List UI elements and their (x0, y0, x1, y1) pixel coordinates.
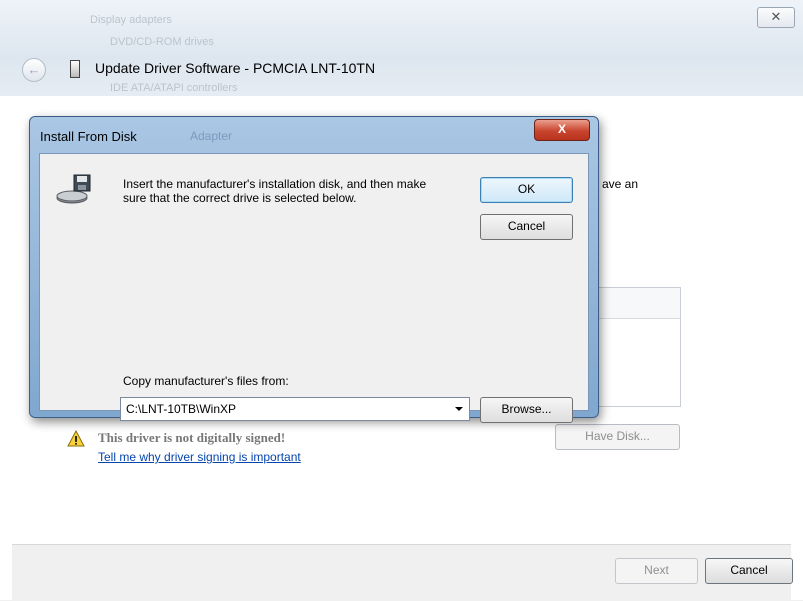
partial-instruction-text: ave an (602, 177, 639, 191)
cancel-button[interactable]: Cancel (480, 214, 573, 240)
copy-from-combobox[interactable]: C:\LNT-10TB\WinXP (120, 397, 470, 421)
back-button[interactable]: ← (22, 58, 46, 82)
unsigned-driver-warning: This driver is not digitally signed! (98, 430, 286, 445)
back-arrow-icon: ← (27, 62, 41, 77)
browse-button[interactable]: Browse... (480, 397, 573, 423)
dialog-message: Insert the manufacturer's installation d… (123, 177, 427, 205)
have-disk-button[interactable]: Have Disk... (555, 424, 680, 450)
dialog-body: Insert the manufacturer's installation d… (39, 153, 589, 423)
next-button[interactable]: Next (615, 558, 698, 584)
chevron-down-icon[interactable] (455, 407, 463, 411)
ok-button[interactable]: OK (480, 177, 573, 203)
background-tree-item: IDE ATA/ATAPI controllers (110, 82, 238, 94)
wizard-cancel-button[interactable]: Cancel (705, 558, 793, 584)
background-tree-item: DVD/CD-ROM drives (110, 36, 214, 48)
device-icon (70, 60, 80, 78)
window-title: Update Driver Software - PCMCIA LNT-10TN (95, 60, 376, 76)
dialog-background-text: Adapter (190, 129, 233, 143)
window-close-button[interactable]: ✕ (757, 7, 795, 28)
dialog-close-button[interactable]: X (534, 119, 590, 141)
driver-signing-link[interactable]: Tell me why driver signing is important (98, 450, 301, 464)
window-header: Display adapters DVD/CD-ROM drives IDE A… (0, 0, 803, 96)
background-tree-item: Display adapters (90, 14, 172, 26)
dialog-title: Install From Disk (40, 129, 137, 144)
copy-from-label: Copy manufacturer's files from: (123, 374, 289, 388)
install-disk-icon (56, 174, 91, 204)
install-from-disk-dialog: Install From Disk Adapter X Insert the m… (29, 116, 599, 423)
copy-from-value: C:\LNT-10TB\WinXP (126, 402, 237, 416)
warning-icon (67, 430, 85, 447)
